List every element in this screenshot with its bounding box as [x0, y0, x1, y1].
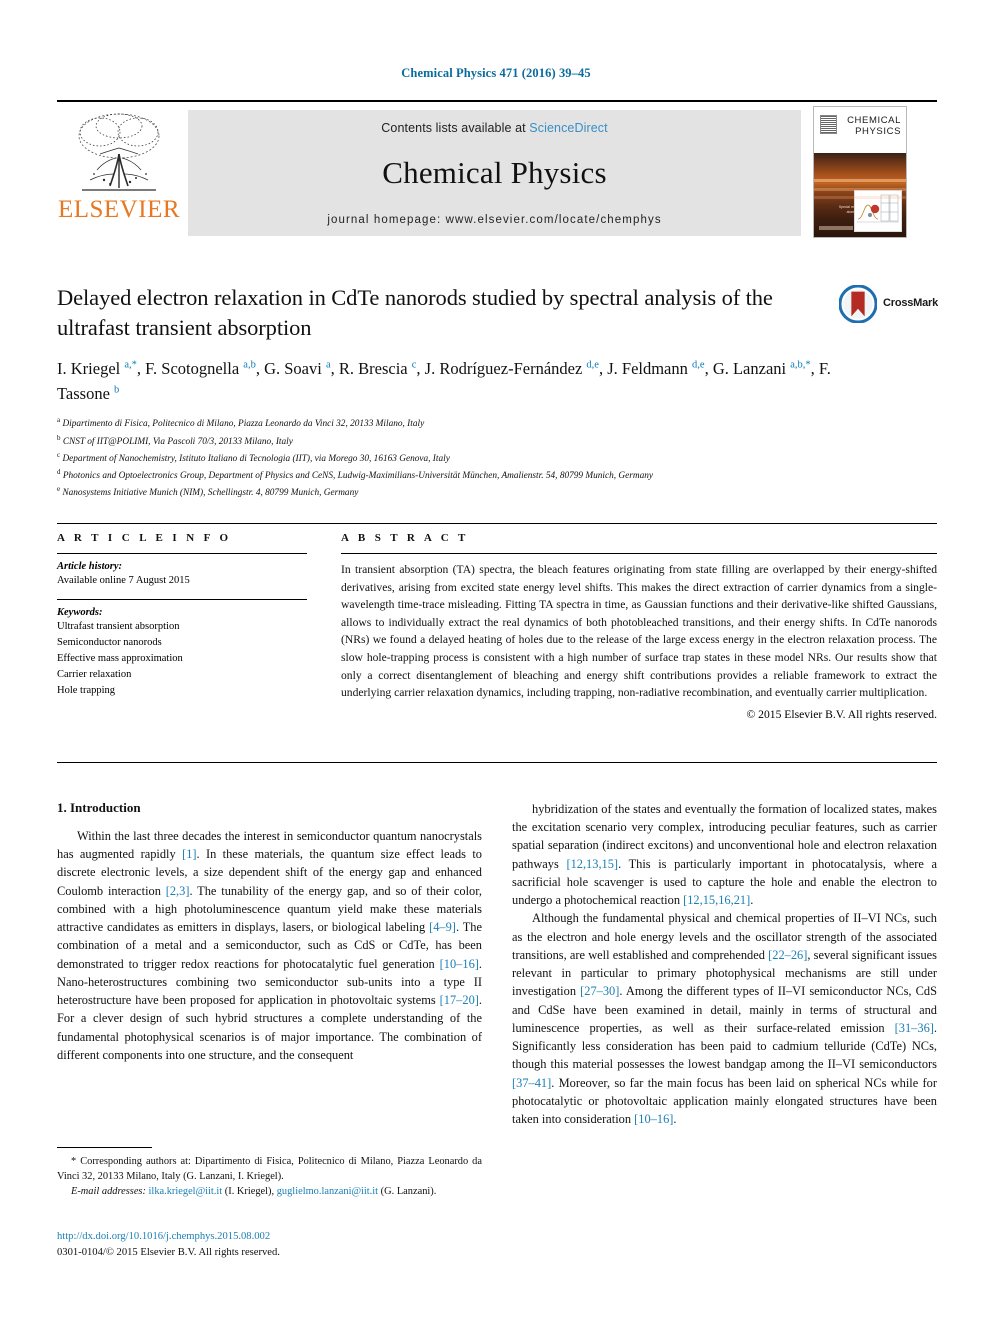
- affiliation-mark: c: [57, 450, 61, 459]
- footnote-block: * Corresponding authors at: Dipartimento…: [57, 1155, 482, 1200]
- affiliation-mark: a: [57, 416, 61, 425]
- abstract-rule: [341, 553, 937, 554]
- info-section-bottom-rule: [57, 762, 937, 763]
- journal-cover-thumbnail: CHEMICAL PHYSICS Special research on the…: [813, 106, 907, 238]
- crossmark-label: CrossMark: [883, 297, 939, 309]
- cover-inset-figure: [854, 190, 902, 232]
- keyword-item: Effective mass approximation: [57, 653, 183, 665]
- cover-top-panel: CHEMICAL PHYSICS: [814, 107, 906, 153]
- body-column-left: 1. Introduction Within the last three de…: [57, 800, 482, 1064]
- affiliation-text: CNST of IIT@POLIMI, Via Pascoli 70/3, 20…: [62, 436, 293, 447]
- affiliation-mark: e: [57, 485, 61, 494]
- article-history-label: Article history:: [57, 561, 123, 572]
- cover-title: CHEMICAL PHYSICS: [847, 115, 901, 138]
- affiliation-mark: d: [57, 468, 61, 477]
- elsevier-wordmark: ELSEVIER: [57, 196, 181, 223]
- corresponding-author-note: * Corresponding authors at: Dipartimento…: [57, 1156, 482, 1182]
- affiliation-text: Nanosystems Initiative Munich (NIM), Sch…: [62, 488, 359, 499]
- affiliation-list: a Dipartimento di Fisica, Politecnico di…: [57, 415, 937, 501]
- journal-banner: Contents lists available at ScienceDirec…: [188, 110, 801, 236]
- keyword-item: Ultrafast transient absorption: [57, 621, 180, 633]
- keyword-item: Hole trapping: [57, 685, 116, 697]
- affiliation-item: e Nanosystems Initiative Munich (NIM), S…: [57, 484, 937, 501]
- article-history-value: Available online 7 August 2015: [57, 575, 190, 586]
- contents-line: Contents lists available at ScienceDirec…: [188, 110, 801, 135]
- cover-footer-bar: [819, 226, 853, 230]
- elsevier-tree-icon: [78, 113, 160, 191]
- keyword-item: Carrier relaxation: [57, 669, 132, 681]
- abstract-copyright: © 2015 Elsevier B.V. All rights reserved…: [746, 707, 937, 721]
- author-list: I. Kriegel a,*, F. Scotognella a,b, G. S…: [57, 358, 831, 403]
- article-history-block: Article history: Available online 7 Augu…: [57, 561, 307, 588]
- sciencedirect-link[interactable]: ScienceDirect: [529, 121, 607, 135]
- keywords-label: Keywords:: [57, 607, 103, 619]
- email-note: E-mail addresses: ilka.kriegel@iit.it (I…: [71, 1185, 437, 1197]
- affiliation-item: c Department of Nanochemistry, Istituto …: [57, 450, 937, 467]
- crossmark-badge[interactable]: CrossMark: [839, 285, 939, 325]
- paper-page: Chemical Physics 471 (2016) 39–45 ELSEVI…: [0, 0, 992, 1323]
- cover-artwork: Special research on the 2 dimensional in…: [814, 153, 906, 237]
- journal-title: Chemical Physics: [382, 155, 607, 190]
- intro-paragraph-right-2: Although the fundamental physical and ch…: [512, 911, 938, 1126]
- affiliation-mark: b: [57, 433, 61, 442]
- journal-homepage-link[interactable]: journal homepage: www.elsevier.com/locat…: [188, 214, 801, 226]
- intro-paragraph-left: Within the last three decades the intere…: [57, 829, 482, 1062]
- journal-masthead: ELSEVIER Contents lists available at Sci…: [57, 100, 937, 238]
- article-info-column: A R T I C L E I N F O Article history: A…: [57, 532, 307, 710]
- cover-publisher-icon: [820, 115, 837, 134]
- affiliation-item: a Dipartimento di Fisica, Politecnico di…: [57, 415, 937, 432]
- article-info-rule: [57, 553, 307, 554]
- affiliation-item: d Photonics and Optoelectronics Group, D…: [57, 467, 937, 484]
- affiliation-text: Dipartimento di Fisica, Politecnico di M…: [62, 419, 425, 430]
- info-section-top-rule: [57, 523, 937, 524]
- affiliation-text: Department of Nanochemistry, Istituto It…: [62, 453, 450, 464]
- article-title: Delayed electron relaxation in CdTe nano…: [57, 285, 773, 340]
- abstract-heading: A B S T R A C T: [341, 532, 469, 544]
- cover-title-line2: PHYSICS: [855, 125, 901, 137]
- doi-link[interactable]: http://dx.doi.org/10.1016/j.chemphys.201…: [57, 1229, 482, 1245]
- intro-paragraph-right-1: hybridization of the states and eventual…: [512, 802, 937, 908]
- keywords-block: Keywords: Ultrafast transient absorption…: [57, 607, 307, 699]
- keyword-list: Ultrafast transient absorption Semicondu…: [57, 619, 307, 699]
- crossmark-icon: [839, 285, 877, 323]
- contents-prefix: Contents lists available at: [381, 121, 530, 135]
- title-block: Delayed electron relaxation in CdTe nano…: [57, 283, 939, 502]
- running-head: Chemical Physics 471 (2016) 39–45: [401, 66, 591, 80]
- body-column-right: hybridization of the states and eventual…: [512, 800, 937, 1128]
- article-info-heading: A R T I C L E I N F O: [57, 532, 232, 544]
- issn-copyright: 0301-0104/© 2015 Elsevier B.V. All right…: [57, 1246, 280, 1258]
- keywords-rule: [57, 599, 307, 601]
- keyword-item: Semiconductor nanorods: [57, 637, 162, 649]
- affiliation-item: b CNST of IIT@POLIMI, Via Pascoli 70/3, …: [57, 433, 937, 450]
- abstract-text: In transient absorption (TA) spectra, th…: [341, 563, 937, 700]
- cover-inset-graphic: [855, 191, 901, 231]
- affiliation-text: Photonics and Optoelectronics Group, Dep…: [62, 471, 654, 482]
- footer-block: http://dx.doi.org/10.1016/j.chemphys.201…: [57, 1229, 482, 1261]
- elsevier-logo: ELSEVIER: [57, 110, 181, 236]
- abstract-column: A B S T R A C T In transient absorption …: [341, 532, 937, 721]
- footnote-rule: [57, 1147, 152, 1148]
- section-heading-introduction: 1. Introduction: [57, 800, 141, 815]
